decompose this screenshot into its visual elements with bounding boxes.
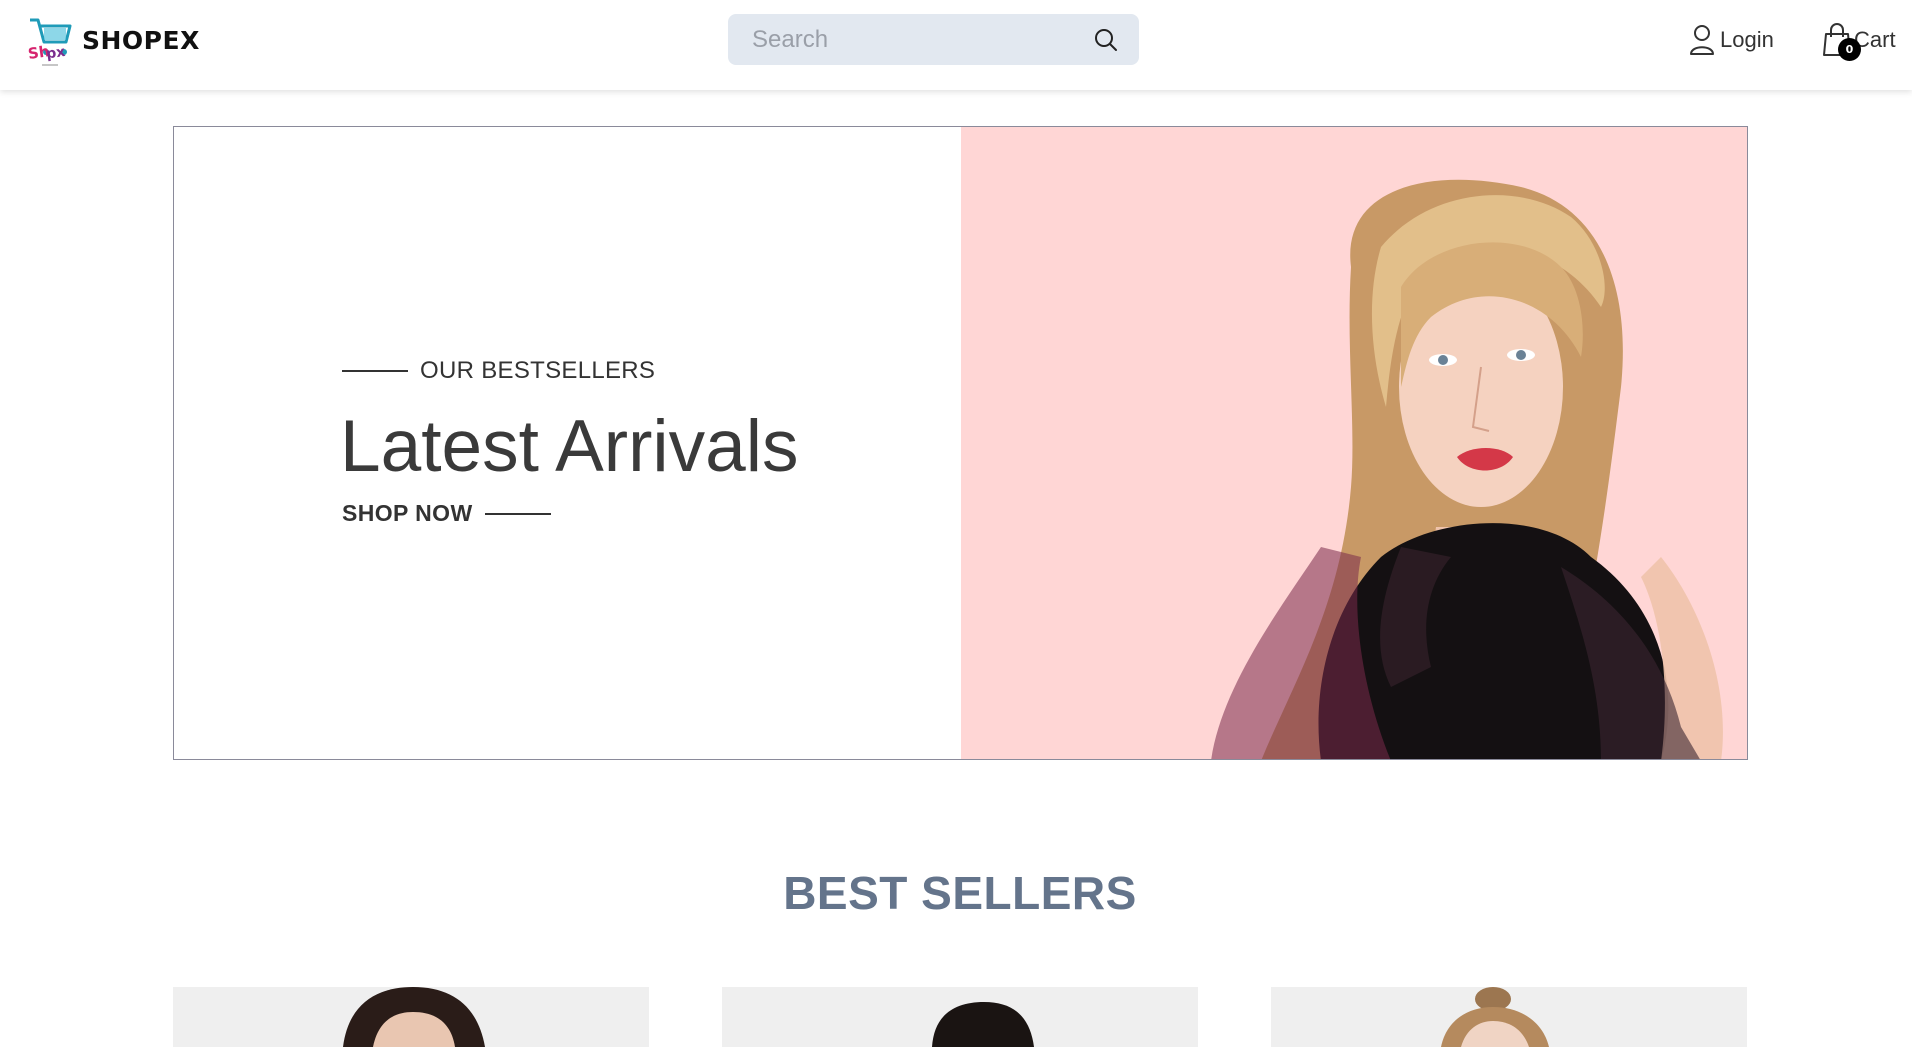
cart-count-badge: 0 [1838,38,1861,61]
best-sellers-title: BEST SELLERS [783,867,1137,919]
search-bar [728,14,1139,65]
cart-link[interactable]: 0 Cart [1822,22,1896,61]
search-input[interactable] [752,25,1093,54]
product-card[interactable] [173,987,649,1047]
hero-kicker: OUR BESTSELLERS [342,357,655,385]
product-grid [0,987,1912,1047]
login-label: Login [1720,27,1774,52]
hero-title: Latest Arrivals [340,406,799,487]
search-icon[interactable] [1093,27,1119,53]
hero-model-image [1211,179,1723,759]
product-card[interactable] [722,987,1198,1047]
shop-now-link[interactable]: SHOP NOW [342,500,551,527]
shopping-cart-logo-icon: Sh px [27,18,72,66]
user-icon [1690,25,1714,55]
divider-line [484,512,551,515]
product-card[interactable] [1271,987,1747,1047]
brand-name: SHOPEX [82,25,200,55]
svg-text:px: px [45,44,66,62]
site-header: Sh px SHOPEX Login 0 Cart [0,0,1912,90]
product-image [173,987,649,1047]
product-image [722,987,1198,1047]
hero-image-panel [961,127,1747,759]
shop-now-label: SHOP NOW [342,500,473,526]
hero-kicker-text: OUR BESTSELLERS [420,357,656,384]
cart-icon-wrap: 0 [1822,23,1861,61]
hero-banner: OUR BESTSELLERS Latest Arrivals SHOP NOW [173,126,1748,760]
divider-line [342,370,408,372]
product-image [1271,987,1747,1047]
login-link[interactable]: Login [1688,22,1774,58]
hero-text-panel: OUR BESTSELLERS Latest Arrivals SHOP NOW [174,127,961,759]
brand-logo[interactable]: Sh px SHOPEX [26,12,200,68]
